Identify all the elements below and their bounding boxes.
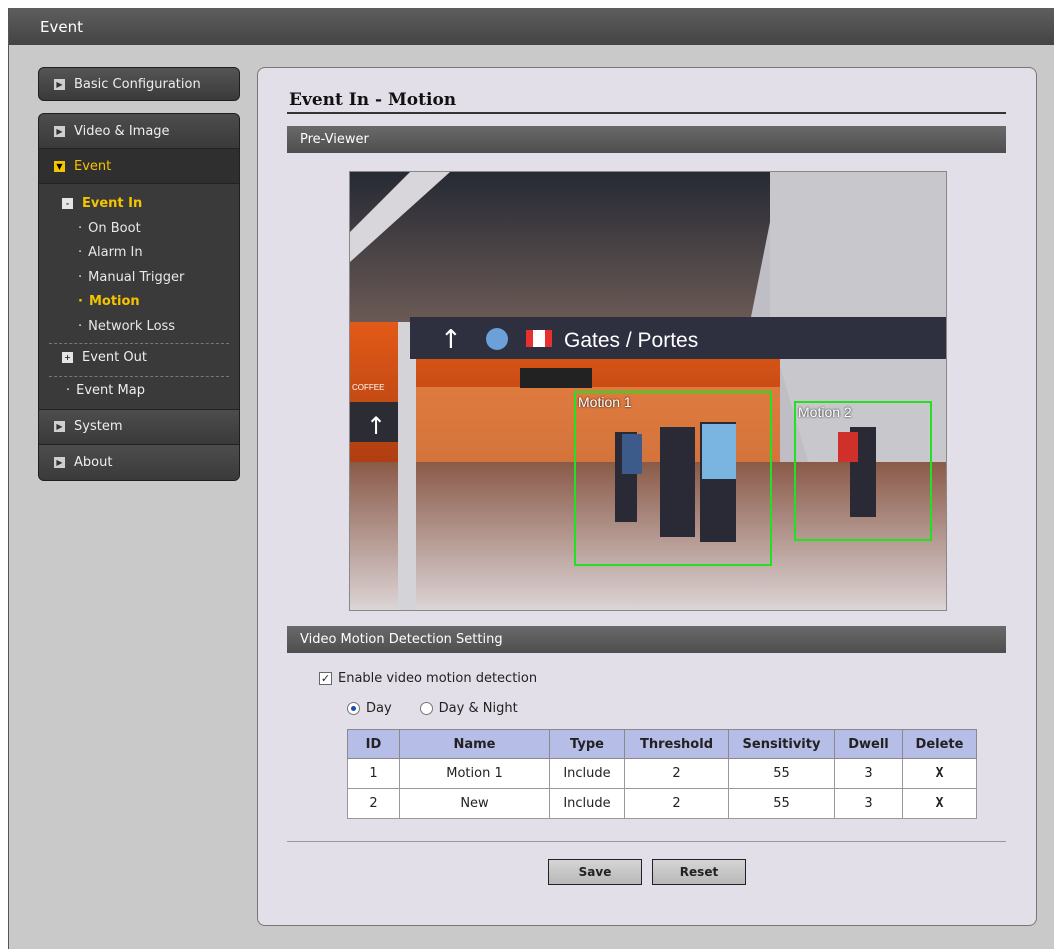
radio-day[interactable]	[347, 702, 360, 715]
delete-icon[interactable]: X	[902, 788, 977, 819]
submenu-item-alarm-in[interactable]: · Alarm In	[39, 241, 239, 266]
collapse-minus-icon: -	[62, 197, 73, 209]
page-title: Event In - Motion	[289, 90, 457, 110]
radio-day-night-label: Day & Night	[438, 701, 518, 716]
enable-motion-row: ✓ Enable video motion detection	[319, 671, 537, 686]
submenu-item-label: Motion	[88, 294, 140, 310]
bottom-divider	[287, 841, 1006, 842]
submenu-label: Event In	[82, 195, 143, 211]
submenu-item-label: On Boot	[88, 220, 141, 236]
radio-day-label: Day	[366, 701, 392, 716]
section-header-previewer: Pre-Viewer	[287, 126, 1006, 153]
submenu-label: Event Out	[82, 350, 147, 365]
column-header: Dwell	[834, 729, 903, 759]
cell-id: 1	[347, 758, 400, 789]
expand-arrow-icon: ▶	[54, 78, 65, 90]
event-submenu: - Event In · On Boot · Alarm In · Manual…	[39, 184, 239, 410]
column-header: Name	[399, 729, 550, 759]
cell-threshold: 2	[624, 788, 729, 819]
cell-name[interactable]: Motion 1	[399, 758, 550, 789]
submenu-item-manual-trigger[interactable]: · Manual Trigger	[39, 265, 239, 290]
sidebar-menu: ▶ Video & Image ▼ Event - Event In · On …	[38, 113, 240, 481]
submenu-item-network-loss[interactable]: · Network Loss	[39, 314, 239, 339]
motion-table: ID Name Type Threshold Sensitivity Dwell…	[347, 729, 977, 819]
delete-icon[interactable]: X	[902, 758, 977, 789]
submenu-item-label: Manual Trigger	[88, 269, 185, 285]
window-title: Event	[9, 8, 1054, 45]
enable-motion-checkbox[interactable]: ✓	[319, 672, 332, 685]
cell-threshold: 2	[624, 758, 729, 789]
title-divider	[287, 112, 1006, 114]
submenu-item-label: Network Loss	[88, 318, 176, 334]
camera-preview[interactable]: ↑ Gates / Portes COFFEE ↑ Motion 1 Motio…	[349, 171, 947, 611]
table-row[interactable]: 1 Motion 1 Include 2 55 3 X	[347, 758, 977, 789]
sidebar-item-label: Basic Configuration	[74, 76, 201, 92]
motion-region-2[interactable]	[794, 401, 932, 541]
cell-sensitivity: 55	[728, 758, 835, 789]
bullet-icon: ·	[78, 220, 83, 236]
submenu-item-label: Alarm In	[88, 245, 143, 261]
sign-text: Gates / Portes	[564, 329, 698, 352]
sidebar-item-label: About	[74, 454, 113, 470]
bullet-icon: ·	[78, 318, 83, 334]
cell-type: Include	[549, 788, 625, 819]
mode-radio-group: Day Day & Night	[347, 701, 546, 716]
section-header-vmd: Video Motion Detection Setting	[287, 626, 1006, 653]
cell-id: 2	[347, 788, 400, 819]
column-header: Threshold	[624, 729, 729, 759]
cell-name[interactable]: New	[399, 788, 550, 819]
sidebar-item-system[interactable]: ▶ System	[39, 409, 239, 445]
sidebar-item-label: Event	[74, 158, 112, 174]
sidebar-item-video-image[interactable]: ▶ Video & Image	[39, 114, 239, 149]
sidebar-item-basic-configuration[interactable]: ▶ Basic Configuration	[38, 67, 240, 101]
collapse-arrow-icon: ▼	[54, 160, 65, 172]
bullet-icon: ·	[78, 245, 83, 261]
svg-text:↑: ↑	[440, 325, 462, 355]
column-header: Type	[549, 729, 625, 759]
main-panel: Event In - Motion Pre-Viewer ↑ Gates / P…	[257, 67, 1037, 926]
reset-button[interactable]: Reset	[652, 859, 746, 885]
bullet-icon: ·	[78, 269, 83, 285]
submenu-item-on-boot[interactable]: · On Boot	[39, 216, 239, 241]
column-header: Sensitivity	[728, 729, 835, 759]
cell-sensitivity: 55	[728, 788, 835, 819]
app-window: Event ▶ Basic Configuration ▶ Video & Im…	[8, 8, 1054, 949]
bullet-icon: ·	[78, 294, 83, 310]
expand-arrow-icon: ▶	[54, 421, 65, 432]
sign-small-text: COFFEE	[352, 383, 384, 392]
submenu-event-out[interactable]: + Event Out	[39, 344, 239, 372]
radio-day-night[interactable]	[419, 702, 433, 715]
svg-text:↑: ↑	[366, 412, 386, 440]
expand-arrow-icon: ▶	[54, 125, 65, 137]
sidebar-item-event[interactable]: ▼ Event	[39, 149, 239, 184]
cell-type: Include	[549, 758, 625, 789]
save-button[interactable]: Save	[548, 859, 642, 885]
expand-plus-icon: +	[62, 352, 73, 363]
column-header: Delete	[902, 729, 977, 759]
sidebar: ▶ Basic Configuration ▶ Video & Image ▼ …	[38, 67, 240, 481]
submenu-label: Event Map	[76, 383, 145, 398]
table-row[interactable]: 2 New Include 2 55 3 X	[347, 788, 977, 819]
cell-dwell: 3	[834, 788, 903, 819]
submenu-item-motion[interactable]: · Motion	[39, 290, 239, 315]
sidebar-item-about[interactable]: ▶ About	[39, 444, 239, 480]
motion-region-label: Motion 1	[578, 394, 632, 410]
sidebar-item-label: System	[74, 419, 123, 434]
motion-region-label: Motion 2	[798, 404, 852, 420]
expand-arrow-icon: ▶	[54, 456, 65, 468]
cell-dwell: 3	[834, 758, 903, 789]
sidebar-item-label: Video & Image	[74, 123, 170, 139]
submenu-event-map[interactable]: · Event Map	[39, 377, 239, 405]
bullet-icon: ·	[66, 383, 71, 398]
table-header-row: ID Name Type Threshold Sensitivity Dwell…	[347, 729, 977, 759]
motion-region-1[interactable]	[574, 391, 772, 566]
submenu-event-in[interactable]: - Event In	[39, 190, 239, 216]
column-header: ID	[347, 729, 400, 759]
enable-motion-label: Enable video motion detection	[338, 671, 538, 686]
